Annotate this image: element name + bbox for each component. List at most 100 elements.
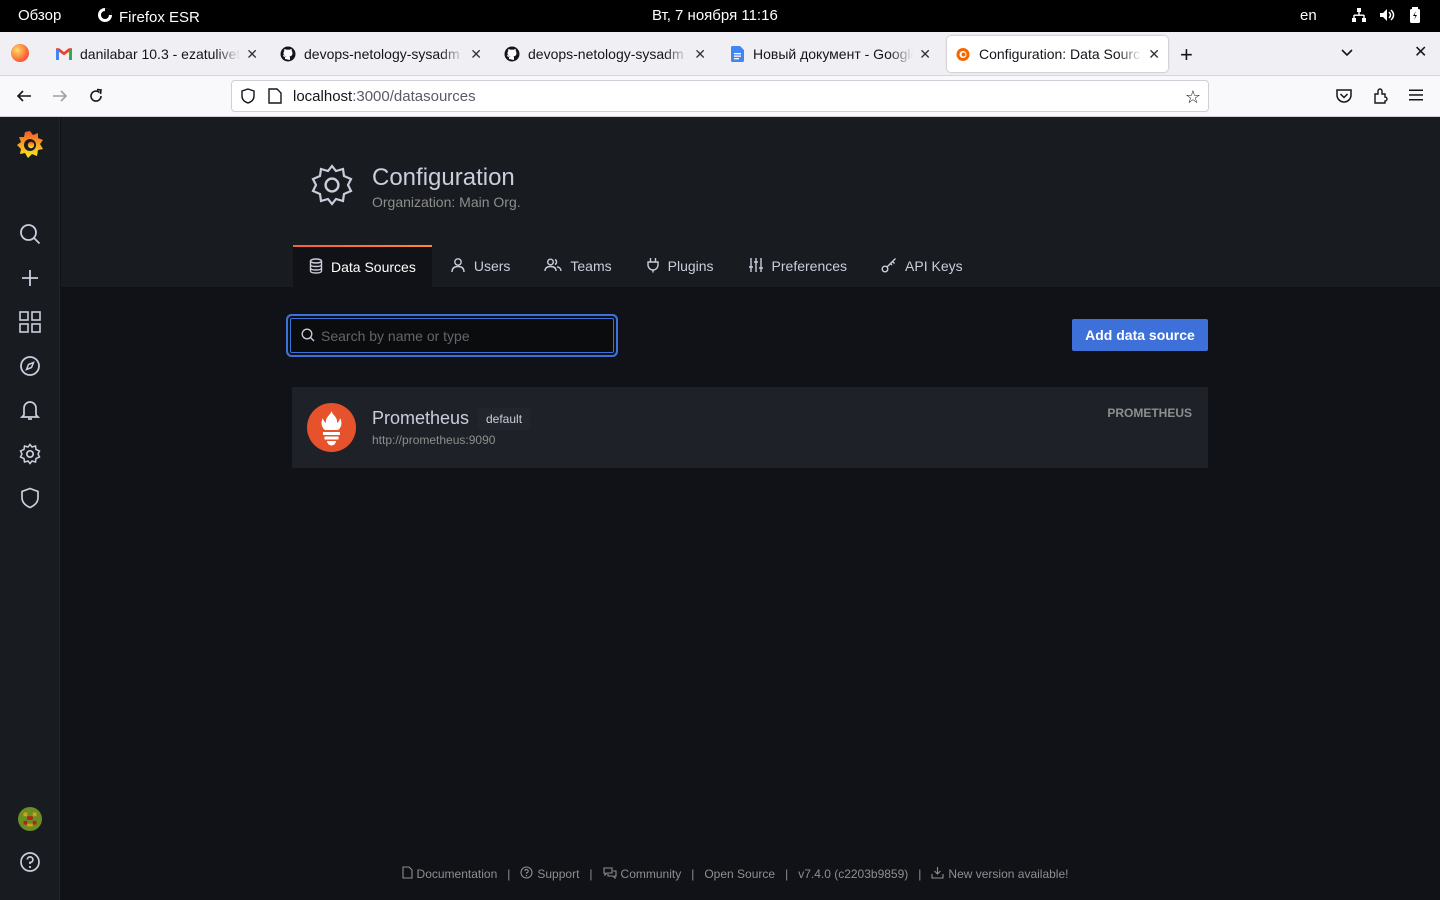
close-tab-icon[interactable]: ✕ [470,46,482,63]
close-window-icon[interactable]: ✕ [1414,42,1427,62]
tab-label: API Keys [905,258,963,274]
url-text: localhost:3000/datasources [293,88,476,105]
tab-api-keys[interactable]: API Keys [865,245,979,287]
gear-icon [310,163,354,212]
plus-icon[interactable] [18,266,42,290]
close-tab-icon[interactable]: ✕ [919,46,931,63]
network-icon [1350,6,1368,24]
github-icon [280,46,296,62]
dashboards-icon[interactable] [18,310,42,334]
comments-icon [602,866,617,882]
shield-icon[interactable] [240,88,256,109]
close-tab-icon[interactable]: ✕ [1148,46,1160,63]
footer-separator: | [785,867,789,881]
extensions-icon[interactable] [1372,87,1390,110]
bookmark-star-icon[interactable]: ☆ [1185,87,1201,108]
forward-icon[interactable] [50,86,70,106]
navigation-toolbar: localhost:3000/datasources ☆ [0,76,1440,117]
tab-label: Plugins [667,258,714,274]
tab-label: Users [473,258,511,274]
bell-icon[interactable] [18,398,42,422]
footer-community-link[interactable]: Community [602,866,681,882]
browser-tab[interactable]: devops-netology-sysadm ✕ [272,36,490,72]
keyboard-layout[interactable]: en [1300,7,1317,24]
question-circle-icon [520,866,533,882]
browser-tab[interactable]: danilabar 10.3 - ezatulivet ✕ [48,36,266,72]
footer-new-version-link[interactable]: New version available! [931,867,1068,881]
browser-tab[interactable]: Новый документ - Google ✕ [721,36,939,72]
browser-tab-active[interactable]: Configuration: Data Sourc ✕ [947,36,1168,72]
footer-open-source-link[interactable]: Open Source [704,867,775,881]
gear-icon[interactable] [18,442,42,466]
tab-title: Новый документ - Google [753,46,914,62]
download-icon [931,866,944,882]
tab-users[interactable]: Users [434,245,527,287]
pocket-icon[interactable] [1335,87,1353,110]
browser-tab[interactable]: devops-netology-sysadm ✕ [496,36,714,72]
tab-preferences[interactable]: Preferences [732,245,863,287]
tab-title: Configuration: Data Sourc [979,46,1141,62]
firefox-icon [97,7,113,27]
clock[interactable]: Вт, 7 ноября 11:16 [652,7,778,24]
page-subtitle: Organization: Main Org. [372,194,521,210]
activities-button[interactable]: Обзор [18,7,61,24]
footer-documentation-link[interactable]: Documentation [401,866,497,881]
default-badge: default [478,408,531,430]
system-top-bar: Обзор Firefox ESR Вт, 7 ноября 11:16 en [0,0,1440,32]
grafana-icon [955,46,971,62]
footer-separator: | [918,867,922,881]
app-name: Firefox ESR [119,8,200,26]
search-box [290,318,614,353]
tab-teams[interactable]: Teams [528,245,627,287]
grafana-logo-icon[interactable] [14,129,46,161]
close-tab-icon[interactable]: ✕ [694,46,706,63]
data-source-name[interactable]: Prometheus [372,408,469,429]
google-docs-icon [729,46,745,62]
system-tray[interactable] [1350,6,1424,24]
users-icon [544,257,563,276]
firefox-view-icon[interactable] [11,44,29,62]
page-icon[interactable] [268,88,282,109]
data-source-url: http://prometheus:9090 [372,433,496,447]
tab-title: devops-netology-sysadm [304,46,460,62]
battery-icon [1406,6,1424,24]
tab-data-sources[interactable]: Data Sources [293,245,432,287]
grafana-app: Configuration Organization: Main Org. Da… [0,117,1440,900]
page-header: Configuration Organization: Main Org. Da… [61,117,1440,287]
data-source-card[interactable]: Prometheus default http://prometheus:909… [292,387,1208,468]
new-tab-icon[interactable]: + [1180,42,1193,68]
footer-support-link[interactable]: Support [520,866,579,882]
footer-separator: | [507,867,511,881]
search-input[interactable] [321,319,607,352]
tab-strip: danilabar 10.3 - ezatulivet ✕ devops-net… [0,32,1440,76]
hamburger-menu-icon[interactable] [1408,87,1424,108]
back-icon[interactable] [14,86,34,106]
search-icon[interactable] [18,222,42,246]
config-tabs: Data Sources Users Teams Plugins Prefere… [293,245,979,287]
close-tab-icon[interactable]: ✕ [246,46,258,63]
user-icon [450,257,466,276]
tab-label: Teams [570,258,612,274]
tab-title: danilabar 10.3 - ezatulivet [80,46,241,62]
url-bar[interactable]: localhost:3000/datasources ☆ [231,80,1209,112]
compass-icon[interactable] [18,354,42,378]
footer-separator: | [589,867,593,881]
sliders-icon [748,257,764,276]
search-icon [301,328,315,347]
plug-icon [646,257,660,276]
prometheus-icon [307,403,356,452]
key-icon [881,257,897,276]
gmail-icon [56,46,72,62]
footer: Documentation | Support | Community | Op… [0,866,1440,882]
reload-icon[interactable] [86,86,106,106]
page-title: Configuration [372,164,515,191]
tab-title: devops-netology-sysadm [528,46,684,62]
add-data-source-button[interactable]: Add data source [1072,319,1208,351]
avatar[interactable] [18,807,42,831]
github-icon [504,46,520,62]
chevron-down-icon[interactable] [1339,44,1355,65]
tab-plugins[interactable]: Plugins [630,245,730,287]
database-icon [309,257,323,277]
app-menu[interactable]: Firefox ESR [97,7,200,27]
shield-icon[interactable] [18,486,42,510]
